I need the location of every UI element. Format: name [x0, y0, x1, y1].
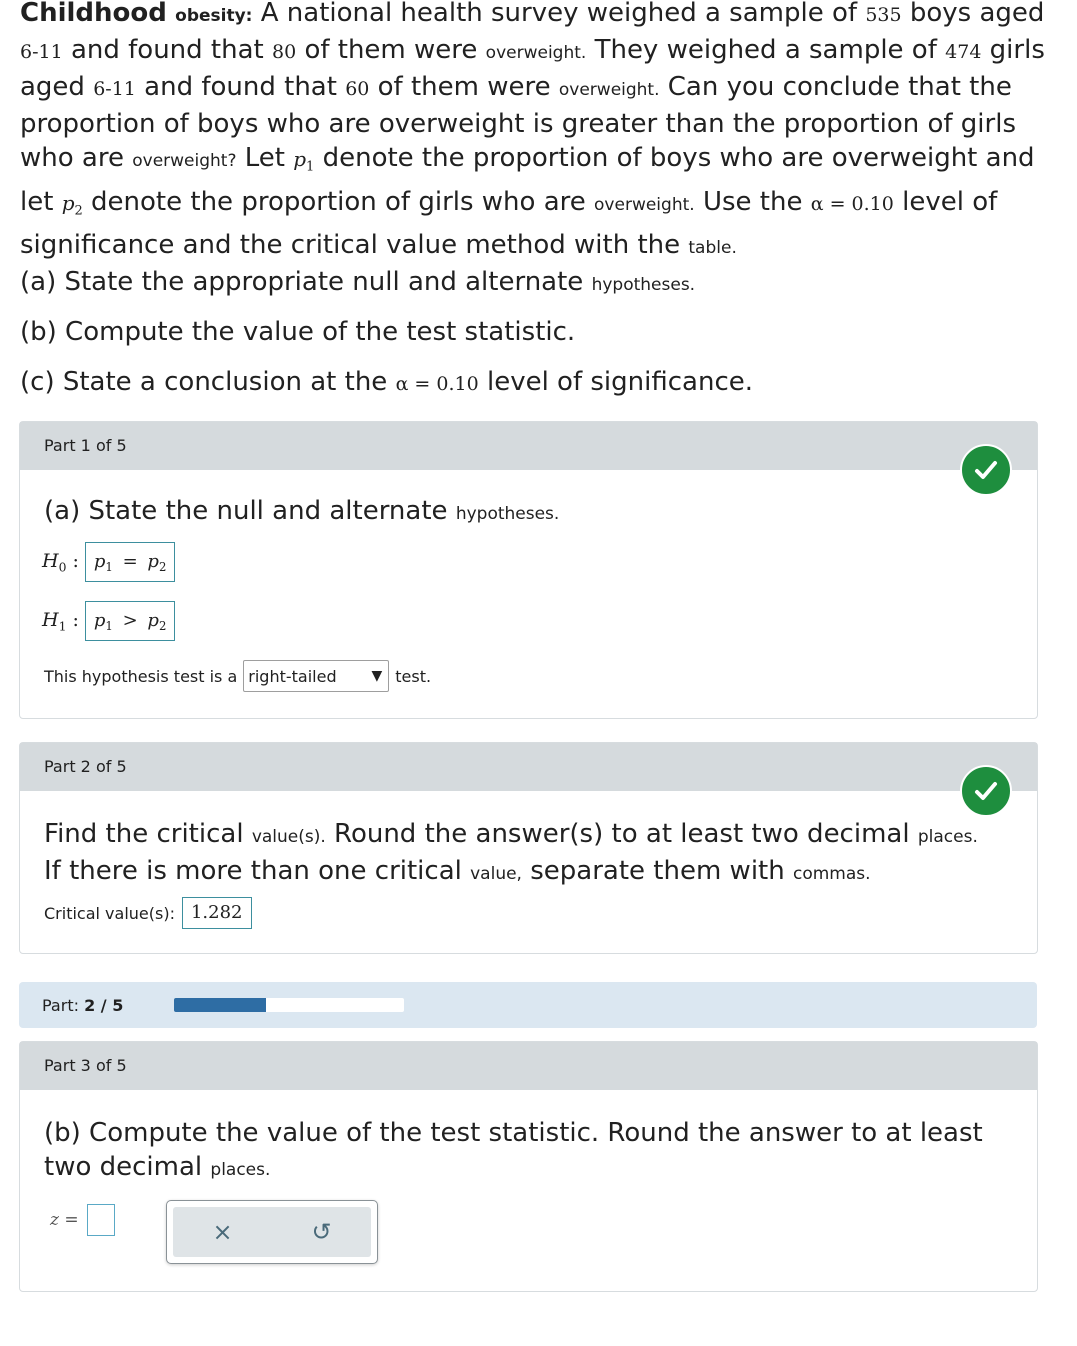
h1-label: H1 : [42, 608, 79, 634]
h0-row: H0 : p1 = p2 [42, 542, 176, 582]
check-icon [960, 444, 1012, 496]
problem-statement: Childhood obesity: A national health sur… [20, 0, 1045, 261]
critical-value-box[interactable]: 1.282 [181, 897, 252, 929]
part1-card: Part 1 of 5 (a) State the null and alter… [19, 421, 1038, 719]
part2-header: Part 2 of 5 [20, 743, 1037, 791]
progress-fill [174, 998, 266, 1012]
part1-heading: (a) State the null and alternate hypothe… [44, 496, 560, 526]
part3-header: Part 3 of 5 [20, 1042, 1037, 1090]
answer-tools: × ↺ [166, 1200, 378, 1264]
dropdown-arrow-icon: ▼ [371, 668, 383, 684]
item-b: (b) Compute the value of the test statis… [20, 317, 576, 347]
progress-bar [174, 998, 404, 1012]
part3-card: Part 3 of 5 (b) Compute the value of the… [19, 1041, 1038, 1292]
critical-value-label: Critical value(s): [44, 903, 175, 923]
part3-instructions: (b) Compute the value of the test statis… [44, 1118, 983, 1182]
check-icon [960, 765, 1012, 817]
critical-value-row: Critical value(s): 1.282 [44, 897, 252, 929]
h0-label: H0 : [42, 549, 79, 575]
z-input[interactable] [86, 1204, 115, 1236]
h0-answer-box[interactable]: p1 = p2 [84, 542, 176, 582]
part2-card: Part 2 of 5 Find the critical value(s). … [19, 742, 1038, 954]
item-a: (a) State the appropriate null and alter… [20, 267, 696, 297]
clear-icon[interactable]: × [212, 1218, 232, 1246]
problem-title: Childhood [20, 0, 167, 28]
h1-row: H1 : p1 > p2 [42, 601, 176, 641]
z-label: z = [50, 1210, 79, 1230]
h1-answer-box[interactable]: p1 > p2 [84, 601, 176, 641]
progress-bar-panel: Part: 2 / 5 [19, 982, 1037, 1028]
part2-instructions: Find the critical value(s). Round the an… [44, 819, 978, 886]
test-type-select[interactable]: right-tailed ▼ [243, 660, 390, 692]
part1-header: Part 1 of 5 [20, 422, 1037, 470]
question-items: (a) State the appropriate null and alter… [20, 262, 753, 412]
undo-icon[interactable]: ↺ [311, 1218, 331, 1246]
item-c: (c) State a conclusion at the α = 0.10 l… [20, 367, 753, 397]
z-row: z = [50, 1204, 115, 1236]
test-type-row: This hypothesis test is a right-tailed ▼… [44, 660, 431, 692]
